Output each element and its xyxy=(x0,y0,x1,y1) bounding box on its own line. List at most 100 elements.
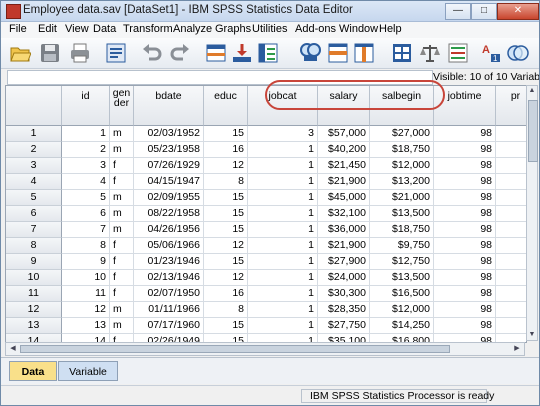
data-cell-jobcat[interactable]: 3 xyxy=(248,126,318,142)
minimize-button[interactable]: — xyxy=(445,3,471,20)
data-cell-jobtime[interactable]: 98 xyxy=(434,302,496,318)
data-cell-salbegin[interactable]: $13,200 xyxy=(370,174,434,190)
data-cell-salbegin[interactable]: $21,000 xyxy=(370,190,434,206)
data-cell-gender[interactable]: m xyxy=(110,222,134,238)
select-cases-icon[interactable] xyxy=(447,42,469,64)
horizontal-scrollbar[interactable]: ◀ ▶ xyxy=(5,342,525,356)
data-cell-salary[interactable]: $21,450 xyxy=(318,158,370,174)
data-cell-gender[interactable]: m xyxy=(110,318,134,334)
data-cell-jobtime[interactable]: 98 xyxy=(434,286,496,302)
tab-variable-view[interactable]: Variable View xyxy=(58,361,118,398)
split-file-icon[interactable] xyxy=(391,42,413,64)
weight-cases-icon[interactable] xyxy=(419,42,441,64)
data-cell-educ[interactable]: 15 xyxy=(204,190,248,206)
dialog-recall-icon[interactable] xyxy=(105,42,127,64)
menu-window[interactable]: Window xyxy=(339,23,378,35)
data-cell-prevexp[interactable] xyxy=(496,286,526,302)
data-cell-salbegin[interactable]: $18,750 xyxy=(370,222,434,238)
menu-view[interactable]: View xyxy=(65,23,89,35)
data-cell-salbegin[interactable]: $13,500 xyxy=(370,270,434,286)
data-cell-bdate[interactable]: 02/07/1950 xyxy=(134,286,204,302)
column-header-jobcat[interactable]: jobcat xyxy=(248,86,318,126)
data-cell-prevexp[interactable] xyxy=(496,270,526,286)
print-icon[interactable] xyxy=(69,42,91,64)
menu-addons[interactable]: Add-ons xyxy=(295,23,336,35)
data-cell-bdate[interactable]: 02/13/1946 xyxy=(134,270,204,286)
menu-help[interactable]: Help xyxy=(379,23,402,35)
row-number[interactable]: 12 xyxy=(6,302,62,318)
data-cell-bdate[interactable]: 04/15/1947 xyxy=(134,174,204,190)
data-grid[interactable]: id gen der bdate educ jobcat salary salbegin jo… xyxy=(5,85,527,343)
data-cell-gender[interactable]: f xyxy=(110,270,134,286)
data-cell-bdate[interactable]: 05/23/1958 xyxy=(134,142,204,158)
data-cell-jobtime[interactable]: 98 xyxy=(434,158,496,174)
data-cell-bdate[interactable]: 01/11/1966 xyxy=(134,302,204,318)
data-cell-prevexp[interactable] xyxy=(496,142,526,158)
data-cell-jobcat[interactable]: 1 xyxy=(248,270,318,286)
data-cell-educ[interactable]: 15 xyxy=(204,126,248,142)
data-cell-educ[interactable]: 16 xyxy=(204,142,248,158)
data-cell-educ[interactable]: 12 xyxy=(204,158,248,174)
column-header-jobtime[interactable]: jobtime xyxy=(434,86,496,126)
use-sets-icon[interactable] xyxy=(507,42,529,64)
data-cell-educ[interactable]: 16 xyxy=(204,286,248,302)
row-number[interactable]: 9 xyxy=(6,254,62,270)
data-cell-jobcat[interactable]: 1 xyxy=(248,174,318,190)
horizontal-scroll-thumb[interactable] xyxy=(20,345,450,353)
data-cell-educ[interactable]: 12 xyxy=(204,270,248,286)
goto-case-icon[interactable] xyxy=(205,42,227,64)
data-cell-jobtime[interactable]: 98 xyxy=(434,190,496,206)
data-cell-bdate[interactable]: 07/26/1929 xyxy=(134,158,204,174)
data-cell-salary[interactable]: $24,000 xyxy=(318,270,370,286)
data-cell-salary[interactable]: $27,750 xyxy=(318,318,370,334)
data-cell-id[interactable]: 13 xyxy=(62,318,110,334)
data-cell-id[interactable]: 12 xyxy=(62,302,110,318)
data-cell-salary[interactable]: $57,000 xyxy=(318,126,370,142)
data-cell-gender[interactable]: m xyxy=(110,142,134,158)
data-cell-jobtime[interactable]: 98 xyxy=(434,318,496,334)
data-cell-gender[interactable]: f xyxy=(110,238,134,254)
data-cell-bdate[interactable]: 05/06/1966 xyxy=(134,238,204,254)
data-cell-gender[interactable]: f xyxy=(110,174,134,190)
data-cell-jobcat[interactable]: 1 xyxy=(248,222,318,238)
data-cell-gender[interactable]: f xyxy=(110,254,134,270)
data-cell-prevexp[interactable] xyxy=(496,254,526,270)
data-cell-jobtime[interactable]: 98 xyxy=(434,174,496,190)
data-cell-bdate[interactable]: 01/23/1946 xyxy=(134,254,204,270)
undo-icon[interactable] xyxy=(141,42,163,64)
column-header-educ[interactable]: educ xyxy=(204,86,248,126)
data-cell-jobcat[interactable]: 1 xyxy=(248,190,318,206)
data-cell-salary[interactable]: $21,900 xyxy=(318,174,370,190)
scroll-right-icon[interactable]: ▶ xyxy=(512,344,522,354)
data-cell-id[interactable]: 9 xyxy=(62,254,110,270)
data-cell-jobcat[interactable]: 1 xyxy=(248,318,318,334)
data-cell-prevexp[interactable] xyxy=(496,190,526,206)
data-cell-id[interactable]: 6 xyxy=(62,206,110,222)
data-cell-prevexp[interactable] xyxy=(496,158,526,174)
data-cell-id[interactable]: 10 xyxy=(62,270,110,286)
data-cell-educ[interactable]: 8 xyxy=(204,302,248,318)
data-cell-jobtime[interactable]: 98 xyxy=(434,142,496,158)
scroll-down-icon[interactable]: ▼ xyxy=(528,331,536,339)
data-cell-salary[interactable]: $45,000 xyxy=(318,190,370,206)
data-cell-jobcat[interactable]: 1 xyxy=(248,158,318,174)
data-cell-jobtime[interactable]: 98 xyxy=(434,222,496,238)
data-cell-id[interactable]: 2 xyxy=(62,142,110,158)
data-cell-bdate[interactable]: 07/17/1960 xyxy=(134,318,204,334)
data-cell-jobtime[interactable]: 98 xyxy=(434,126,496,142)
data-cell-id[interactable]: 11 xyxy=(62,286,110,302)
data-cell-gender[interactable]: m xyxy=(110,206,134,222)
data-cell-id[interactable]: 1 xyxy=(62,126,110,142)
row-number[interactable]: 10 xyxy=(6,270,62,286)
vertical-scrollbar[interactable]: ▲ ▼ xyxy=(526,85,538,341)
data-cell-salary[interactable]: $27,900 xyxy=(318,254,370,270)
data-cell-id[interactable]: 5 xyxy=(62,190,110,206)
data-cell-salbegin[interactable]: $18,750 xyxy=(370,142,434,158)
data-cell-jobtime[interactable]: 98 xyxy=(434,254,496,270)
redo-icon[interactable] xyxy=(169,42,191,64)
data-cell-id[interactable]: 7 xyxy=(62,222,110,238)
row-number[interactable]: 11 xyxy=(6,286,62,302)
data-cell-bdate[interactable]: 08/22/1958 xyxy=(134,206,204,222)
data-cell-salary[interactable]: $32,100 xyxy=(318,206,370,222)
row-number[interactable]: 4 xyxy=(6,174,62,190)
